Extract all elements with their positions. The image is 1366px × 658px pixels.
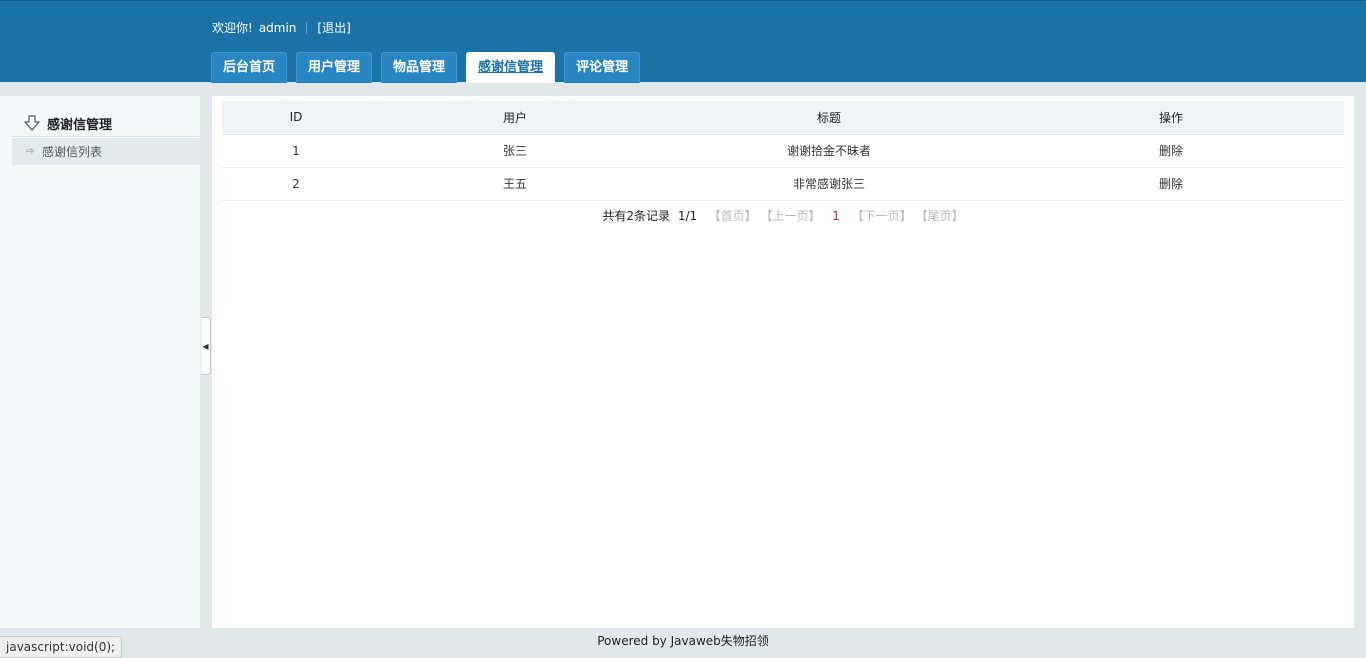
column-header-title: 标题 (660, 101, 998, 135)
prev-page-link[interactable]: 【上一页】 (760, 209, 820, 223)
logout-link[interactable]: [退出] (317, 19, 350, 36)
cell-action: 删除 (998, 167, 1344, 201)
tab-thank-letters[interactable]: 感谢信管理 (466, 52, 556, 83)
delete-link[interactable]: 删除 (1159, 177, 1183, 191)
sidebar-item-thank-letter-list[interactable]: ⇨ 感谢信列表 (12, 138, 200, 165)
arrow-down-outline-icon (22, 113, 42, 133)
browser-status-bar: javascript:void(0); (0, 636, 123, 658)
delete-link[interactable]: 删除 (1159, 144, 1183, 158)
sidebar-collapse-toggle[interactable]: ◀ (201, 317, 211, 375)
divider (306, 21, 308, 34)
page-count: 1/1 (677, 209, 698, 223)
tab-comments[interactable]: 评论管理 (564, 52, 641, 83)
sidebar-title: 感谢信管理 (47, 117, 113, 133)
tab-home[interactable]: 后台首页 (211, 52, 288, 83)
chevron-right-icon: ⇨ (26, 146, 35, 157)
thank-letter-table: ID 用户 标题 操作 1 张三 谢谢拾金不昧者 删除 2 王五 非常感谢张三 … (222, 101, 1344, 201)
header: 欢迎你! admin [退出] 后台首页 用户管理 物品管理 感谢信管理 评论管… (0, 0, 1366, 83)
column-header-action: 操作 (998, 101, 1344, 135)
nav-tabs: 后台首页 用户管理 物品管理 感谢信管理 评论管理 (211, 52, 649, 83)
cell-user: 张三 (370, 134, 660, 168)
cell-title: 非常感谢张三 (660, 167, 998, 201)
pagination: 共有2条记录 1/1 【首页】 【上一页】 1 【下一页】 【尾页】 (212, 207, 1354, 224)
cell-id: 2 (222, 167, 370, 201)
sidebar-header: 感谢信管理 (12, 110, 200, 137)
cell-id: 1 (222, 134, 370, 168)
cell-user: 王五 (370, 167, 660, 201)
current-page: 1 (832, 209, 840, 223)
table-header-row: ID 用户 标题 操作 (222, 101, 1344, 135)
table-row: 2 王五 非常感谢张三 删除 (222, 167, 1344, 201)
welcome-text: 欢迎你! (212, 21, 253, 35)
column-header-user: 用户 (370, 101, 660, 135)
triangle-left-icon: ◀ (202, 341, 209, 351)
cell-action: 删除 (998, 134, 1344, 168)
welcome-bar: 欢迎你! admin [退出] (212, 19, 351, 36)
first-page-link[interactable]: 【首页】 (709, 209, 757, 223)
footer: Powered by Javaweb失物招领 (597, 634, 769, 648)
table-row: 1 张三 谢谢拾金不昧者 删除 (222, 134, 1344, 168)
total-records: 共有2条记录 (602, 209, 671, 223)
username: admin (258, 20, 297, 35)
main-content: ID 用户 标题 操作 1 张三 谢谢拾金不昧者 删除 2 王五 非常感谢张三 … (212, 96, 1354, 628)
column-header-id: ID (222, 101, 370, 135)
sidebar-item-label: 感谢信列表 (42, 145, 103, 159)
next-page-link[interactable]: 【下一页】 (852, 209, 912, 223)
sidebar: 感谢信管理 ⇨ 感谢信列表 (0, 96, 200, 628)
cell-title: 谢谢拾金不昧者 (660, 134, 998, 168)
tab-items[interactable]: 物品管理 (381, 52, 458, 83)
tab-users[interactable]: 用户管理 (296, 52, 373, 83)
last-page-link[interactable]: 【尾页】 (916, 209, 964, 223)
